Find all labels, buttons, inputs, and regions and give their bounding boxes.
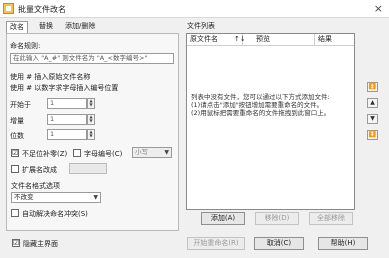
tab-add-delete[interactable]: 添加/删除 [62, 21, 98, 33]
fill-zero-label: 不足位补零(Z) [22, 150, 68, 158]
chevron-down-icon: ▼ [164, 149, 169, 156]
ext-checkbox[interactable] [11, 165, 19, 173]
letter-label: 字母编号(C) [84, 150, 123, 158]
step-label: 增量 [10, 117, 24, 125]
hide-main-checkbox[interactable]: ☑ [12, 239, 20, 247]
hash-hint-2: 使用 # 以数字求字母插入编号位置 [10, 84, 119, 92]
move-bottom-icon[interactable]: ⏬ [367, 130, 378, 140]
move-up-icon[interactable]: ▲ [367, 98, 378, 108]
case-option-label: 文件名格式选项 [11, 182, 60, 190]
letter-checkbox[interactable] [73, 149, 81, 157]
digits-input[interactable]: 1 [47, 129, 87, 140]
step-spinner[interactable]: ▲ ▼ [87, 114, 95, 125]
file-list-title: 文件列表 [187, 22, 215, 30]
step-input[interactable]: 1 [47, 114, 87, 125]
case-option-select[interactable]: 不改变 ▼ [11, 192, 101, 203]
title-bar: 批量文件改名 × [0, 0, 389, 18]
file-list[interactable]: 原文件名 ↑↓ 预览 结果 列表中没有文件，您可以通过以下方式添加文件: (1)… [186, 33, 355, 210]
app-icon [3, 3, 14, 14]
case-option-value: 不改变 [14, 193, 34, 201]
move-down-icon[interactable]: ▼ [367, 114, 378, 124]
empty-hint-3: (2)用鼠标把需要重命名的文件拖拽到此窗口上。 [191, 109, 331, 117]
digits-spinner[interactable]: ▲ ▼ [87, 129, 95, 140]
remove-all-button[interactable]: 全部移除 [309, 212, 353, 225]
rule-label: 命名规则: [10, 42, 41, 50]
case-select-value: 小写 [135, 148, 148, 156]
cancel-button[interactable]: 取消(C) [254, 237, 304, 250]
digits-label: 位数 [10, 132, 24, 140]
autofix-label: 自动解决命名冲突(S) [22, 210, 88, 218]
col-result[interactable]: 结果 [315, 34, 354, 45]
remove-button[interactable]: 移除(D) [255, 212, 299, 225]
hide-main-label: 隐藏主界面 [23, 240, 58, 248]
ext-label: 扩展名改成 [22, 166, 57, 174]
start-spinner[interactable]: ▲ ▼ [87, 98, 95, 109]
chevron-down-icon: ▼ [93, 194, 98, 201]
autofix-checkbox[interactable] [11, 209, 19, 217]
start-label: 开始于 [10, 101, 31, 109]
add-button[interactable]: 添加(A) [201, 212, 245, 225]
hash-hint-1: 使用 # 插入原始文件名称 [10, 73, 91, 81]
sort-arrows-icon[interactable]: ↑↓ [231, 34, 253, 45]
window-title: 批量文件改名 [18, 5, 66, 14]
close-icon[interactable]: × [374, 2, 383, 15]
header-divider [187, 45, 354, 46]
rename-settings-panel: 命名规则: 在此输入 "A_#" 则文件名为 "A_<数字编号>" 使用 # 插… [6, 33, 179, 231]
rule-input[interactable]: 在此输入 "A_#" 则文件名为 "A_<数字编号>" [10, 53, 174, 64]
help-button[interactable]: 帮助(H) [318, 237, 368, 250]
move-top-icon[interactable]: ⏫ [367, 82, 378, 92]
ext-input[interactable] [69, 163, 107, 174]
case-select[interactable]: 小写 ▼ [132, 147, 172, 158]
start-rename-button[interactable]: 开始重命名(R) [187, 237, 245, 250]
fill-zero-checkbox[interactable]: ☑ [11, 149, 19, 157]
tab-rename[interactable]: 改名 [6, 21, 28, 33]
start-input[interactable]: 1 [47, 98, 87, 109]
col-preview[interactable]: 预览 [253, 34, 315, 45]
tab-replace[interactable]: 替换 [36, 21, 56, 33]
